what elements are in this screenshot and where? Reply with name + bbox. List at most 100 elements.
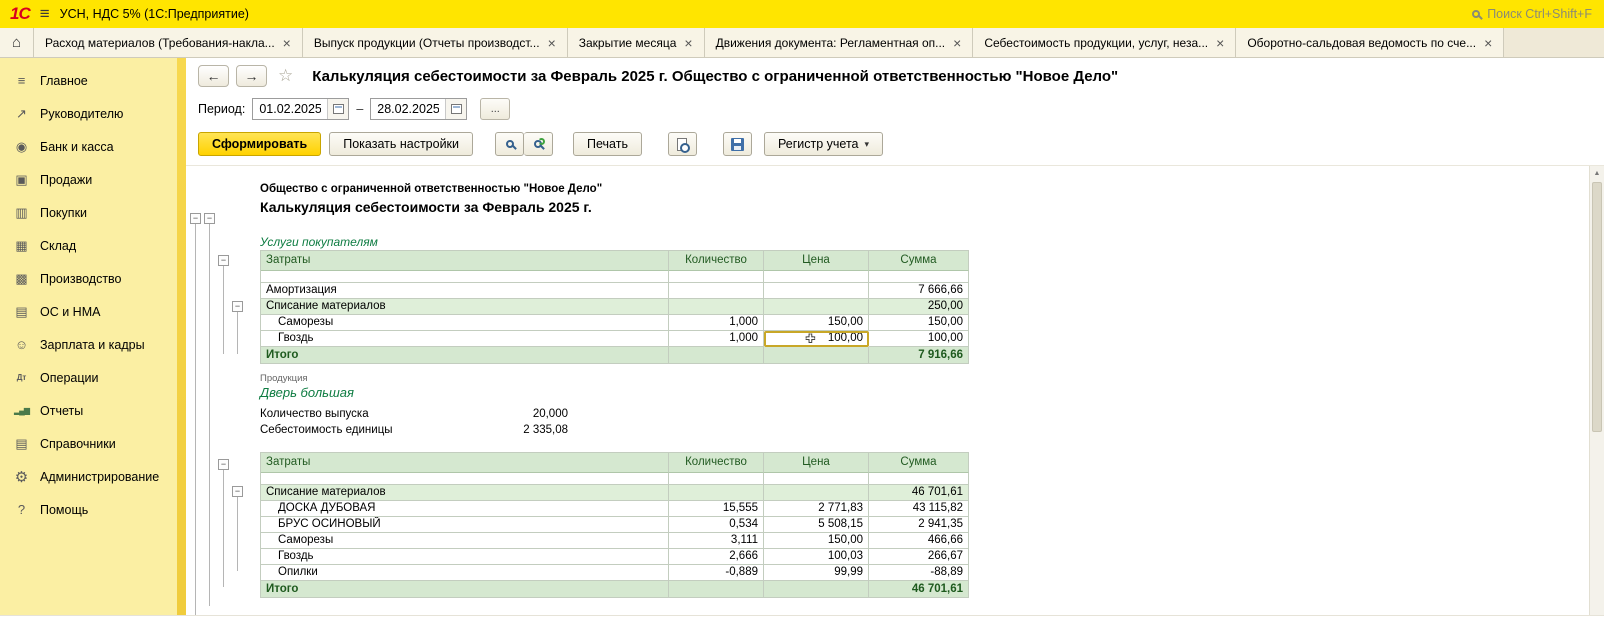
- report-cell[interactable]: -0,889: [669, 565, 764, 581]
- sidebar-item-manager[interactable]: ↗Руководителю: [0, 97, 186, 130]
- report-cell[interactable]: 150,00: [764, 315, 869, 331]
- report-cell[interactable]: Опилки: [261, 565, 669, 581]
- report-cell[interactable]: 0,534: [669, 517, 764, 533]
- tab-close-icon[interactable]: ×: [684, 36, 692, 50]
- tab-close-icon[interactable]: ×: [953, 36, 961, 50]
- report-cell[interactable]: [669, 485, 764, 501]
- period-from-input[interactable]: [253, 102, 327, 116]
- document-tab[interactable]: Расход материалов (Требования-накла...×: [34, 28, 303, 57]
- report-cell[interactable]: [669, 283, 764, 299]
- report-cell[interactable]: 2 771,83: [764, 501, 869, 517]
- report-cell[interactable]: 100,03: [764, 549, 869, 565]
- report-cell[interactable]: [764, 473, 869, 485]
- report-cell[interactable]: 5 508,15: [764, 517, 869, 533]
- report-cell[interactable]: [764, 485, 869, 501]
- report-cell[interactable]: [669, 299, 764, 315]
- report-cell[interactable]: Списание материалов: [261, 299, 669, 315]
- column-header[interactable]: Цена: [764, 251, 869, 271]
- column-header[interactable]: Цена: [764, 453, 869, 473]
- report-cell[interactable]: Списание материалов: [261, 485, 669, 501]
- column-header[interactable]: Количество: [669, 251, 764, 271]
- document-tab[interactable]: Оборотно-сальдовая ведомость по сче...×: [1236, 28, 1504, 57]
- preview-button[interactable]: [668, 132, 697, 156]
- report-cell[interactable]: 1,000: [669, 331, 764, 347]
- find-refresh-button[interactable]: [524, 132, 553, 156]
- report-cell[interactable]: ДОСКА ДУБОВАЯ: [261, 501, 669, 517]
- column-header[interactable]: Количество: [669, 453, 764, 473]
- report-cell[interactable]: Гвоздь: [261, 549, 669, 565]
- home-tab[interactable]: ⌂: [0, 28, 34, 57]
- report-cell[interactable]: [669, 581, 764, 598]
- favorite-star-icon[interactable]: ☆: [278, 66, 293, 86]
- report-cell[interactable]: 43 115,82: [869, 501, 969, 517]
- report-cell[interactable]: Саморезы: [261, 533, 669, 549]
- period-to-calendar-button[interactable]: [445, 99, 466, 119]
- sidebar-item-operations[interactable]: ДтОперации: [0, 361, 186, 394]
- forward-button[interactable]: →: [236, 65, 267, 87]
- report-cell[interactable]: [764, 283, 869, 299]
- document-tab[interactable]: Себестоимость продукции, услуг, неза...×: [973, 28, 1236, 57]
- report-cell[interactable]: [869, 271, 969, 283]
- report-cell[interactable]: [261, 473, 669, 485]
- sidebar-item-catalogs[interactable]: ▤Справочники: [0, 427, 186, 460]
- report-cell[interactable]: [764, 347, 869, 364]
- report-cell[interactable]: Итого: [261, 581, 669, 598]
- group-collapse-button[interactable]: −: [204, 213, 215, 224]
- report-cell[interactable]: 15,555: [669, 501, 764, 517]
- group-collapse-button[interactable]: −: [218, 459, 229, 470]
- report-cell[interactable]: 466,66: [869, 533, 969, 549]
- report-cell[interactable]: 46 701,61: [869, 581, 969, 598]
- report-cell[interactable]: 2 941,35: [869, 517, 969, 533]
- sidebar-item-production[interactable]: ▩Производство: [0, 262, 186, 295]
- sidebar-item-bank[interactable]: ◉Банк и касса: [0, 130, 186, 163]
- report-cell[interactable]: 99,99: [764, 565, 869, 581]
- report-cell[interactable]: 150,00: [764, 533, 869, 549]
- show-settings-button[interactable]: Показать настройки: [329, 132, 473, 156]
- document-tab[interactable]: Закрытие месяца×: [568, 28, 705, 57]
- sidebar-item-administration[interactable]: ⚙Администрирование: [0, 460, 186, 493]
- report-cell[interactable]: 250,00: [869, 299, 969, 315]
- period-from-calendar-button[interactable]: [327, 99, 348, 119]
- main-menu-icon[interactable]: ≡: [40, 4, 50, 24]
- scroll-up-icon[interactable]: ▲: [1590, 166, 1604, 181]
- report-cell[interactable]: [669, 271, 764, 283]
- save-button[interactable]: [723, 132, 752, 156]
- report-cell[interactable]: 7 916,66: [869, 347, 969, 364]
- vertical-scrollbar[interactable]: ▲: [1589, 166, 1604, 615]
- report-cell[interactable]: -88,89: [869, 565, 969, 581]
- report-cell[interactable]: Итого: [261, 347, 669, 364]
- document-tab[interactable]: Выпуск продукции (Отчеты производст...×: [303, 28, 568, 57]
- report-cell[interactable]: [669, 347, 764, 364]
- report-cell[interactable]: Саморезы: [261, 315, 669, 331]
- report-cell[interactable]: [764, 581, 869, 598]
- tab-close-icon[interactable]: ×: [1216, 36, 1224, 50]
- column-header[interactable]: Затраты: [261, 251, 669, 271]
- report-cell[interactable]: 3,111: [669, 533, 764, 549]
- report-cell[interactable]: [869, 473, 969, 485]
- report-cell[interactable]: 7 666,66: [869, 283, 969, 299]
- sidebar-item-warehouse[interactable]: ▦Склад: [0, 229, 186, 262]
- group-collapse-button[interactable]: −: [232, 301, 243, 312]
- find-button[interactable]: [495, 132, 524, 156]
- report-cell[interactable]: [669, 473, 764, 485]
- sidebar-item-main[interactable]: ≡Главное: [0, 64, 186, 97]
- report-cell[interactable]: БРУС ОСИНОВЫЙ: [261, 517, 669, 533]
- sidebar-item-reports[interactable]: ▂▄▆Отчеты: [0, 394, 186, 427]
- sidebar-item-sales[interactable]: ▣Продажи: [0, 163, 186, 196]
- group-collapse-button[interactable]: −: [218, 255, 229, 266]
- tab-close-icon[interactable]: ×: [283, 36, 291, 50]
- tab-close-icon[interactable]: ×: [1484, 36, 1492, 50]
- report-cell[interactable]: Гвоздь: [261, 331, 669, 347]
- period-more-button[interactable]: ...: [480, 98, 510, 120]
- generate-button[interactable]: Сформировать: [198, 132, 321, 156]
- sidebar-item-payroll-hr[interactable]: ☺Зарплата и кадры: [0, 328, 186, 361]
- report-cell[interactable]: [261, 271, 669, 283]
- scrollbar-thumb[interactable]: [1592, 182, 1602, 432]
- period-to-input[interactable]: [371, 102, 445, 116]
- sidebar-item-help[interactable]: ?Помощь: [0, 493, 186, 526]
- column-header[interactable]: Сумма: [869, 453, 969, 473]
- sidebar-item-fixed-assets[interactable]: ▤ОС и НМА: [0, 295, 186, 328]
- report-cell[interactable]: [764, 271, 869, 283]
- report-cell[interactable]: 100,00: [869, 331, 969, 347]
- document-tab[interactable]: Движения документа: Регламентная оп...×: [705, 28, 974, 57]
